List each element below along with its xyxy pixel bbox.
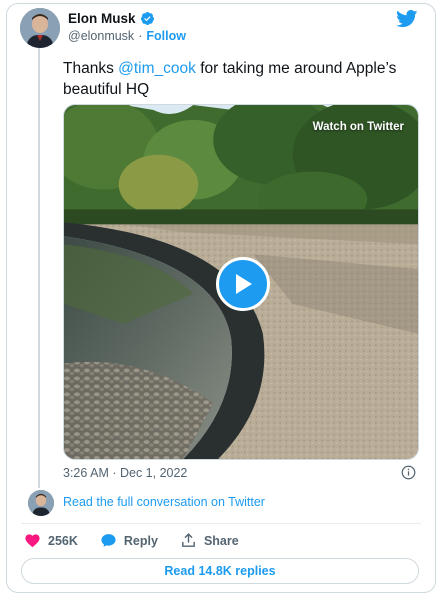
share-label: Share xyxy=(203,533,239,548)
action-bar: 256K Reply Share xyxy=(24,532,261,549)
tweet-timestamp[interactable]: 3:26 AM · Dec 1, 2022 xyxy=(63,466,187,480)
tweet-text: Thanks @tim_cook for taking me around Ap… xyxy=(63,58,423,100)
share-icon xyxy=(182,533,195,547)
read-replies-button[interactable]: Read 14.8K replies xyxy=(21,558,419,584)
verified-badge-icon xyxy=(140,11,154,26)
mention-link[interactable]: @tim_cook xyxy=(118,60,196,77)
author-handle[interactable]: @elonmusk xyxy=(68,29,134,43)
play-icon xyxy=(236,274,252,294)
reply-bubble-icon xyxy=(101,534,116,547)
reply-button[interactable]: Reply xyxy=(100,532,158,549)
tweet-text-before: Thanks xyxy=(63,60,119,77)
play-button[interactable] xyxy=(216,257,270,311)
follow-button[interactable]: Follow xyxy=(146,29,186,43)
tweet-card: Elon Musk @elonmusk · Follow Thanks @tim… xyxy=(6,3,436,593)
share-button[interactable]: Share xyxy=(180,532,239,549)
info-icon[interactable] xyxy=(401,465,416,480)
author-name[interactable]: Elon Musk xyxy=(68,11,136,26)
like-button[interactable]: 256K xyxy=(24,532,78,549)
conversation-avatar[interactable] xyxy=(28,490,54,516)
watch-on-twitter-label[interactable]: Watch on Twitter xyxy=(313,121,404,133)
heart-icon xyxy=(25,534,40,548)
video-media[interactable]: Watch on Twitter xyxy=(63,104,419,460)
reply-label: Reply xyxy=(123,533,158,548)
author-avatar[interactable] xyxy=(20,8,60,48)
handle-separator: · xyxy=(138,29,143,43)
read-conversation-link[interactable]: Read the full conversation on Twitter xyxy=(63,495,265,509)
thread-line xyxy=(38,48,40,488)
like-count: 256K xyxy=(48,533,78,548)
divider xyxy=(21,523,421,524)
twitter-bird-icon[interactable] xyxy=(396,10,418,28)
